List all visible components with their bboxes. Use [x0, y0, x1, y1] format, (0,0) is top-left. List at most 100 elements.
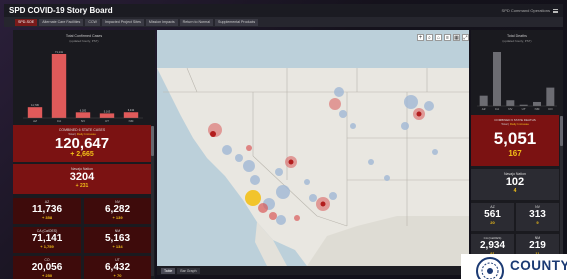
bar-data-label: 71,141: [55, 50, 63, 54]
state-increase: + 139: [112, 215, 123, 220]
state-deaths-az: AZ 561 20: [471, 203, 514, 231]
tab-bar: SPD-SOE Alternate Care Facilities CCW Im…: [4, 17, 563, 27]
bar-ca[interactable]: [493, 52, 501, 106]
bar-nv[interactable]: [75, 112, 91, 118]
combined-cases-box: COMBINED 6 STATE CASES Total | Daily Inc…: [13, 125, 151, 162]
navajo-deaths-increase: 4: [513, 188, 517, 194]
title-bar: SPD COVID-19 Story Board SPD Command Ope…: [4, 4, 563, 17]
operations-label[interactable]: SPD Command Operations: [502, 8, 550, 13]
deaths-panel: Total Deaths (updated hourly, PST) AZ CA N…: [471, 30, 563, 279]
state-total: 20,056: [31, 262, 63, 273]
x-tick-label: NM: [535, 107, 540, 111]
cases-panel: Total Confirmed Cases (updated hourly, P…: [13, 30, 155, 279]
tab-mission-impacts[interactable]: Mission Impacts: [145, 18, 178, 26]
state-cases-az: AZ 11,736 + 358: [13, 198, 81, 224]
state-increase: + 250: [41, 273, 53, 278]
zoom-in-icon[interactable]: +: [417, 34, 424, 41]
combined-deaths-total-label: Total: [501, 122, 508, 126]
cases-scrollbar[interactable]: [151, 126, 154, 276]
bar-az[interactable]: [27, 107, 43, 118]
bar-ca[interactable]: [51, 54, 67, 118]
home-icon[interactable]: ⌂: [435, 34, 442, 41]
bar-ut[interactable]: [99, 113, 115, 118]
navajo-cases-total: 3204: [69, 171, 95, 183]
county-logo: COUNTY: [461, 254, 567, 279]
combined-deaths-label: COMBINED 6 STATE DEATHS: [494, 118, 536, 122]
tab-supplemental[interactable]: Supplemental Products: [215, 18, 259, 26]
bar-data-label: 6,282: [80, 108, 87, 112]
map-tools: + ⌕ ⌂ ≡ ▦ ⤢: [417, 34, 469, 41]
search-icon[interactable]: ⌕: [426, 34, 433, 41]
x-tick-label: NV: [81, 119, 85, 123]
combined-deaths-increase-label: Daily Increase: [509, 122, 529, 126]
state-increase: + 1,759: [40, 244, 54, 249]
tab-alternate-care[interactable]: Alternate Care Facilities: [39, 18, 84, 26]
tab-spd-soe[interactable]: SPD-SOE: [15, 18, 38, 26]
state-increase: + 134: [112, 244, 123, 249]
state-total: 11,736: [31, 204, 63, 215]
x-tick-label: CA: [495, 107, 499, 111]
header-right[interactable]: SPD Command Operations: [502, 8, 558, 13]
state-total: 5,163: [104, 233, 131, 244]
tab-bar-graph[interactable]: Bar Graph: [177, 267, 200, 274]
state-cases-nv: NV 6,282 + 139: [84, 198, 151, 224]
state-total: 71,141: [31, 233, 63, 244]
cases-chart-subtitle: (updated hourly, PST): [69, 39, 99, 43]
state-increase: 9: [536, 220, 539, 225]
navajo-cases-increase: + 231: [75, 183, 89, 189]
state-total: 6,282: [104, 204, 131, 215]
basemap-icon[interactable]: ▦: [453, 34, 460, 41]
tab-return-to-normal[interactable]: Return to Normal: [179, 18, 214, 26]
bar-nm[interactable]: [123, 112, 139, 118]
bar-az[interactable]: [479, 95, 488, 106]
bottom-tab-bar: Table Bar Graph: [157, 266, 469, 275]
navajo-deaths-box: Navajo Nation 102 4: [471, 169, 559, 200]
deaths-scrollbar[interactable]: [560, 116, 563, 276]
state-total: 561: [484, 209, 501, 220]
app-title: SPD COVID-19 Story Board: [9, 6, 113, 15]
tab-impacted-sites[interactable]: Impacted Project Sites: [101, 18, 144, 26]
x-tick-label: UT: [105, 119, 109, 123]
state-increase: 20: [490, 220, 495, 225]
state-total: 6,432: [104, 262, 131, 273]
state-increase: + 358: [41, 215, 53, 220]
state-deaths-nv: NV 313 9: [516, 203, 559, 231]
state-increase: + 70: [113, 273, 122, 278]
bar-nv[interactable]: [506, 100, 515, 106]
combined-cases-increase: + 2,665: [70, 151, 94, 158]
menu-icon[interactable]: [553, 8, 558, 13]
cases-chart-title: Total Confirmed Cases: [65, 34, 103, 38]
dashboard-window: SPD COVID-19 Story Board SPD Command Ope…: [0, 0, 567, 279]
x-tick-label: CO: [548, 107, 553, 111]
deaths-chart-title: Total Deaths: [507, 34, 527, 38]
tab-table[interactable]: Table: [161, 267, 176, 274]
bar-nm[interactable]: [533, 101, 541, 106]
state-cases-co: CO 20,056 + 250: [13, 256, 81, 279]
bar-co[interactable]: [546, 87, 555, 106]
navajo-cases-label: Navajo Nation: [71, 167, 93, 171]
deaths-chart-subtitle: (updated hourly, PST): [502, 39, 532, 43]
tab-ccw[interactable]: CCW: [85, 18, 100, 26]
bar-data-label: 6,432: [128, 108, 135, 112]
fullscreen-icon[interactable]: ⤢: [462, 34, 469, 41]
bar-data-label: 11,736: [31, 103, 39, 107]
map-panel[interactable]: + ⌕ ⌂ ≡ ▦ ⤢: [157, 30, 469, 266]
state-cases-nm: NM 5,163 + 134: [84, 227, 151, 253]
combined-deaths-increase: 167: [508, 149, 522, 158]
map[interactable]: [157, 30, 469, 266]
layers-icon[interactable]: ≡: [444, 34, 451, 41]
navajo-cases-box: Navajo Nation 3204 + 231: [13, 164, 151, 194]
combined-deaths-box: COMBINED 6 STATE DEATHS Total | Daily In…: [471, 115, 559, 166]
x-tick-label: AZ: [33, 119, 37, 123]
navajo-deaths-total: 102: [505, 176, 525, 188]
state-cases-ut: UT 6,432 + 70: [84, 256, 151, 279]
state-total: 313: [529, 209, 546, 220]
combined-deaths-total: 5,051: [493, 129, 537, 148]
combined-cases-label: COMBINED 6 STATE CASES: [58, 128, 106, 132]
state-cases-ca: CA (CalOES) 71,141 + 1,759: [13, 227, 81, 253]
county-seal-icon: [476, 257, 504, 279]
state-total: 219: [529, 240, 546, 251]
x-tick-label: NM: [129, 119, 134, 123]
county-label: COUNTY: [510, 258, 567, 273]
bar-data-label: 5,163: [104, 109, 111, 113]
